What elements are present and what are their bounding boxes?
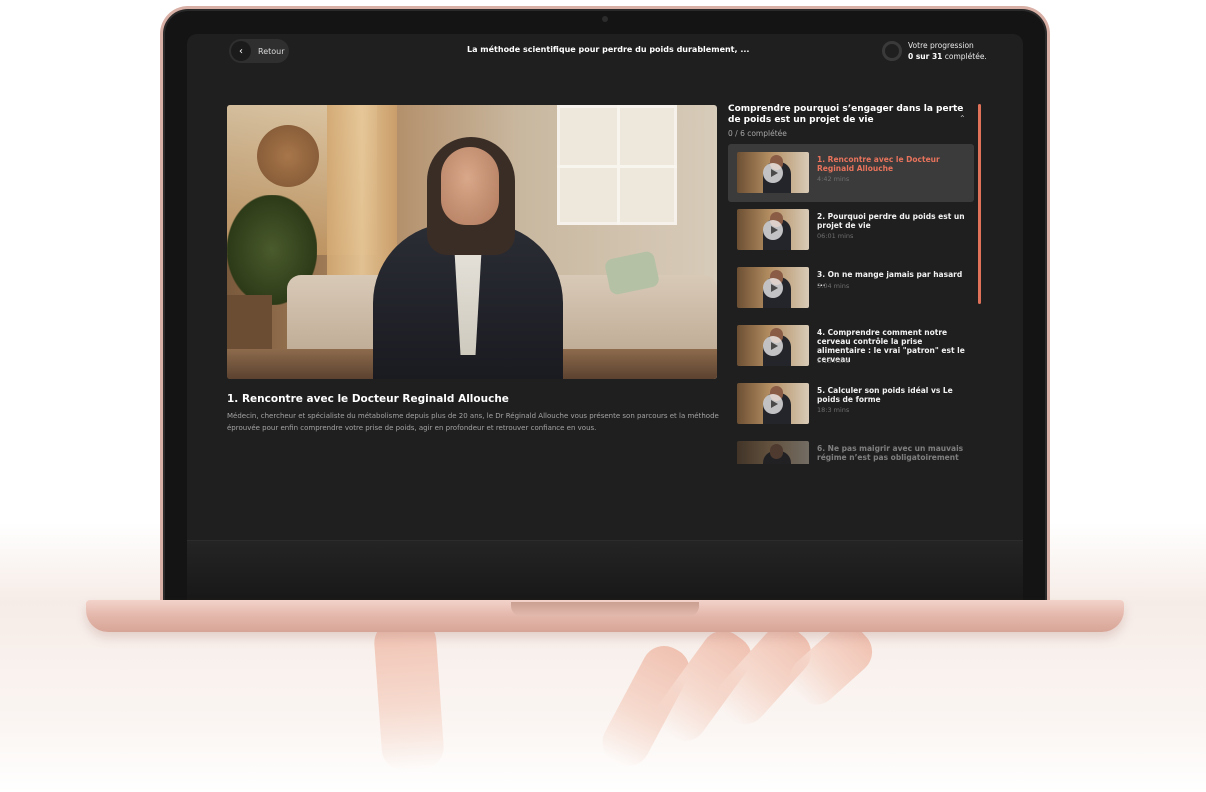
lesson-title: 2. Pourquoi perdre du poids est un proje… [817, 212, 965, 230]
chevron-up-icon[interactable]: ⌃ [959, 114, 966, 123]
video-title: 1. Rencontre avec le Docteur Reginald Al… [227, 393, 509, 405]
lesson-duration: 5:04 mins [817, 282, 850, 290]
course-player-screen: ‹ Retour La méthode scientifique pour pe… [187, 34, 1023, 600]
lesson-item-3[interactable]: 3. On ne mange jamais par hasard ... 5:0… [728, 259, 974, 317]
play-icon [763, 163, 783, 183]
section-title: Comprendre pourquoi s’engager dans la pe… [728, 104, 964, 125]
laptop-opening-notch [511, 602, 699, 616]
lesson-title: 5. Calculer son poids idéal vs Le poids … [817, 386, 953, 404]
lesson-duration: 18:3 mins [817, 406, 850, 414]
lesson-duration: 5:18 mins [817, 357, 850, 365]
play-icon [763, 278, 783, 298]
lesson-thumbnail [737, 152, 809, 193]
lesson-item-2[interactable]: 2. Pourquoi perdre du poids est un proje… [728, 201, 974, 259]
progress-count: 0 sur 31 complétée. [908, 51, 987, 62]
lesson-item-1[interactable]: 1. Rencontre avec le Docteur Reginald Al… [728, 144, 974, 202]
course-title: La méthode scientifique pour perdre du p… [467, 45, 750, 54]
lesson-thumbnail [737, 209, 809, 250]
lesson-thumbnail [737, 267, 809, 308]
lesson-title: 6. Ne pas maigrir avec un mauvais régime… [817, 444, 964, 464]
lesson-thumbnail [737, 383, 809, 424]
holding-hand [360, 616, 900, 792]
video-description: Médecin, chercheur et spécialiste du mét… [227, 412, 719, 432]
playlist-scrollbar[interactable] [978, 104, 981, 304]
webcam [602, 16, 608, 22]
play-icon [763, 394, 783, 414]
play-icon [763, 220, 783, 240]
video-player[interactable] [227, 105, 717, 379]
progress-suffix: complétée. [944, 52, 987, 61]
lesson-thumbnail [737, 441, 809, 464]
product-mockup: ‹ Retour La méthode scientifique pour pe… [0, 0, 1206, 792]
lesson-thumbnail [737, 325, 809, 366]
lesson-item-6[interactable]: 6. Ne pas maigrir avec un mauvais régime… [728, 433, 974, 464]
section-completion: 0 / 6 complétée [728, 129, 787, 138]
chevron-left-icon: ‹ [231, 41, 251, 61]
lesson-title: 1. Rencontre avec le Docteur Reginald Al… [817, 155, 940, 173]
wall-clock-decor [257, 125, 319, 187]
lesson-list: 1. Rencontre avec le Docteur Reginald Al… [728, 144, 976, 464]
lesson-duration: 4:42 mins [817, 175, 850, 183]
lesson-duration: 06:01 mins [817, 232, 854, 240]
back-label: Retour [258, 46, 285, 56]
back-button[interactable]: ‹ Retour [229, 39, 289, 63]
progress-done: 0 sur 31 [908, 52, 943, 61]
play-icon [763, 336, 783, 356]
lesson-item-5[interactable]: 5. Calculer son poids idéal vs Le poids … [728, 375, 974, 433]
progress-label: Votre progression [908, 41, 974, 50]
screen-bottom-fade [187, 540, 1023, 600]
progress-ring-icon [882, 41, 902, 61]
lesson-item-4[interactable]: 4. Comprendre comment notre cerveau cont… [728, 317, 974, 375]
